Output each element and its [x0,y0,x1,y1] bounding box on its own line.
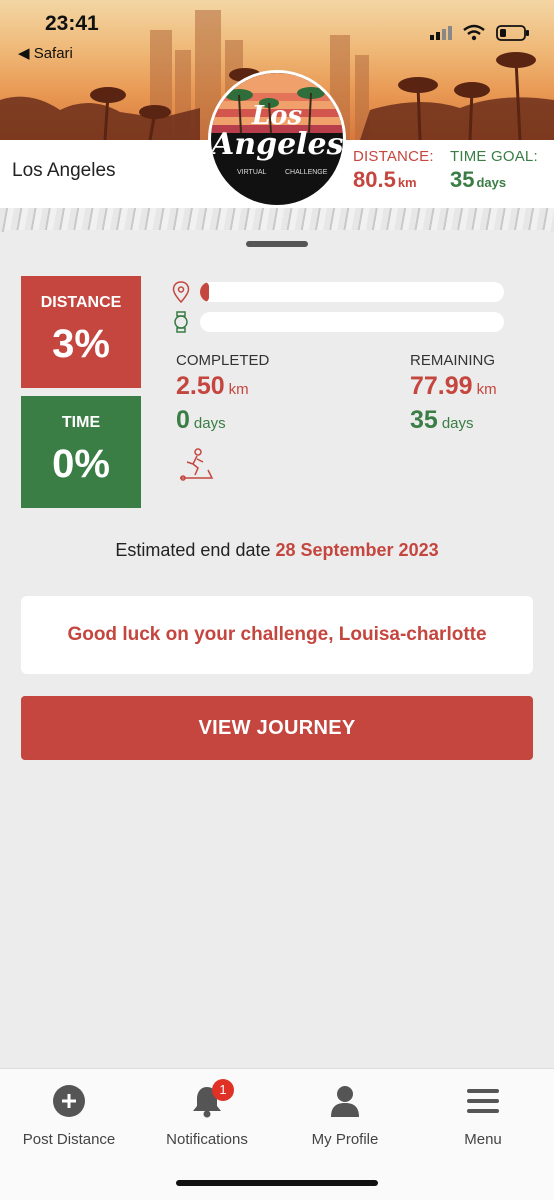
tab-post-distance[interactable]: Post Distance [0,1083,138,1148]
logo-sub-2: CHALLENGE [285,169,328,176]
view-journey-button[interactable]: VIEW JOURNEY [21,696,533,760]
remaining-distance: 77.99 km [410,372,497,401]
distance-progress-bar [200,282,504,302]
estimated-end-date-prefix: Estimated end date [115,540,271,560]
distance-percent-label: DISTANCE [40,294,122,311]
time-progress-row [172,311,504,333]
completed-distance: 2.50 km [176,372,249,401]
remaining-days-value: 35 [410,406,438,434]
completed-distance-value: 2.50 [176,372,225,400]
remaining-distance-unit: km [476,381,497,398]
remaining-days-unit: days [441,415,474,432]
tab-my-profile-label: My Profile [311,1131,379,1148]
tab-notifications[interactable]: 1 Notifications [138,1079,276,1148]
plus-circle-icon [53,1085,85,1117]
wifi-icon [463,24,485,41]
distance-progress-row [172,281,504,303]
tab-my-profile[interactable]: My Profile [276,1083,414,1148]
hamburger-icon [467,1089,499,1113]
completed-label: COMPLETED [176,352,270,369]
completed-days-value: 0 [176,406,190,434]
remaining-distance-value: 77.99 [410,372,473,400]
time-percent-value: 0% [52,442,110,486]
cellular-signal-icon [430,26,452,40]
distance-goal-label: DISTANCE: [353,148,434,165]
time-percent-box: TIME 0% [21,396,141,508]
remaining-days: 35 days [410,406,474,435]
logo-line-2: Angeles [211,127,344,162]
distance-goal: DISTANCE: 80.5 km [353,148,434,193]
tab-menu[interactable]: Menu [414,1083,552,1148]
distance-percent-box: DISTANCE 3% [21,276,141,388]
challenge-progress-panel: DISTANCE 3% TIME 0% COMPLETED 2.50 km 0 da… [0,230,554,1070]
treadmill-runner-icon [180,448,214,481]
person-icon [331,1086,359,1117]
time-goal: TIME GOAL: 35 days [450,148,538,193]
challenge-logo: Los Angeles VIRTUAL CHALLENGE [208,70,346,208]
battery-icon [496,25,529,41]
completed-days-unit: days [193,415,226,432]
remaining-label: REMAINING [410,352,496,369]
logo-sub-1: VIRTUAL [237,169,267,176]
estimated-end-date-value: 28 September 2023 [275,540,439,560]
back-to-safari-link[interactable]: ◀ Safari [18,44,73,62]
tab-post-distance-label: Post Distance [22,1131,116,1148]
distance-goal-value: 80.5 [353,167,396,192]
time-goal-unit: days [476,175,507,190]
completed-distance-unit: km [228,381,249,398]
status-icons [430,24,530,42]
notifications-badge: 1 [212,1079,234,1101]
tab-notifications-label: Notifications [166,1131,248,1148]
challenge-city-name: Los Angeles [12,160,116,181]
tab-menu-label: Menu [464,1131,502,1148]
completed-days: 0 days [176,406,226,435]
distance-goal-unit: km [397,175,417,190]
status-time: 23:41 [45,12,99,35]
distance-percent-value: 3% [52,322,110,366]
estimated-end-date: Estimated end date 28 September 2023 [0,540,554,561]
distance-progress-fill [200,282,210,302]
map-preview-strip [0,208,554,232]
time-progress-bar [200,312,504,332]
sheet-grabber[interactable] [246,241,308,247]
time-goal-value: 35 [450,167,475,192]
time-percent-label: TIME [61,414,101,431]
home-indicator [176,1180,378,1186]
encouragement-message: Good luck on your challenge, Louisa-char… [21,596,533,674]
location-pin-icon [172,281,190,303]
watch-icon [174,311,188,333]
time-goal-label: TIME GOAL: [450,148,538,165]
